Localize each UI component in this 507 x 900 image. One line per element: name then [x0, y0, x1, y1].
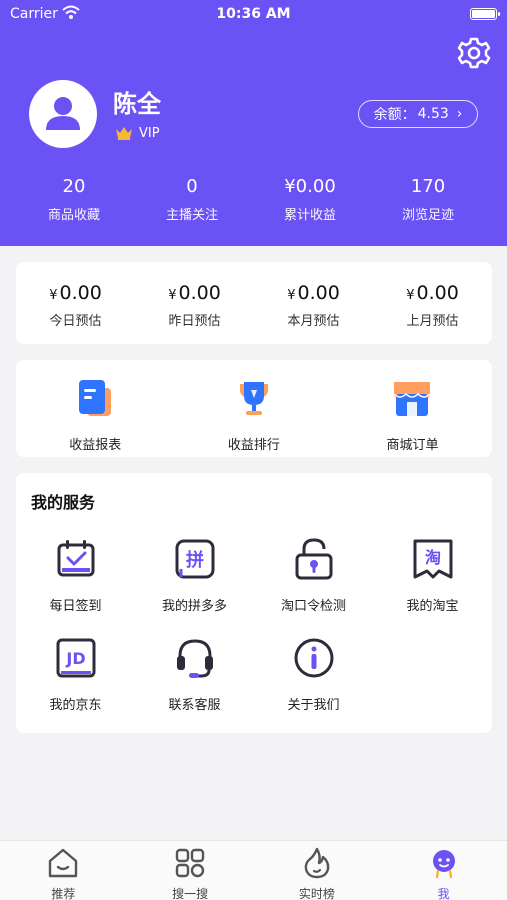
tab-label: 推荐: [51, 887, 76, 900]
currency-symbol: ¥: [287, 288, 296, 303]
profile-header: Carrier 10:36 AM 陈全 VIP 余额： 4.53 › 20 商品…: [0, 0, 507, 246]
service-pinduoduo[interactable]: 拼 我的拼多多: [135, 537, 254, 636]
tab-me[interactable]: 我: [380, 841, 507, 900]
balance-value: 4.53: [417, 106, 449, 122]
pinduoduo-glyph: 拼: [186, 549, 204, 571]
tab-recommend[interactable]: 推荐: [0, 841, 127, 900]
currency-symbol: ¥: [168, 288, 177, 303]
stat-value: 170: [410, 176, 446, 197]
stat-value: 20: [62, 176, 86, 197]
stat-total-earnings[interactable]: ¥0.00 累计收益: [251, 176, 369, 223]
stat-favorites[interactable]: 20 商品收藏: [15, 176, 133, 223]
stat-label: 主播关注: [165, 208, 218, 223]
service-label: 每日签到: [49, 599, 102, 614]
tab-label: 搜一搜: [172, 887, 209, 900]
earning-this-month[interactable]: ¥0.00 本月预估: [254, 262, 373, 344]
earning-label: 今日预估: [49, 314, 102, 329]
status-bar: Carrier 10:36 AM: [0, 0, 507, 30]
stat-label: 商品收藏: [47, 208, 100, 223]
report-icon: [79, 380, 112, 416]
bottom-tab-bar: 推荐 搜一搜 实时榜 我: [0, 840, 507, 900]
info-icon: [294, 638, 333, 678]
stat-value: 0: [186, 176, 198, 197]
jd-glyph: JD: [65, 649, 85, 668]
service-about-us[interactable]: 关于我们: [254, 636, 373, 735]
chevron-right-icon: ›: [456, 106, 463, 122]
service-label: 关于我们: [287, 698, 340, 713]
services-card: 我的服务 每日签到 拼 我的拼多多 淘口令检测 淘 我的淘宝 JD 我的京东 联…: [16, 473, 492, 733]
service-label: 我的淘宝: [406, 599, 459, 614]
stat-label: 浏览足迹: [401, 208, 454, 223]
battery-icon: [470, 8, 500, 20]
profile-face-icon: [432, 850, 455, 879]
services-grid: 每日签到 拼 我的拼多多 淘口令检测 淘 我的淘宝 JD 我的京东 联系客服 关…: [16, 537, 492, 735]
stats-row: 20 商品收藏 0 主播关注 ¥0.00 累计收益 170 浏览足迹: [0, 176, 507, 223]
currency-symbol: ¥: [406, 288, 415, 303]
earning-label: 昨日预估: [168, 314, 221, 329]
service-taobao[interactable]: 淘 我的淘宝: [373, 537, 492, 636]
stat-value: ¥0.00: [284, 176, 336, 197]
balance-label: 余额：: [373, 107, 416, 123]
service-daily-checkin[interactable]: 每日签到: [16, 537, 135, 636]
user-name: 陈全: [113, 90, 161, 118]
earning-value: 0.00: [416, 282, 459, 304]
menu-label: 收益报表: [69, 438, 122, 453]
pinduoduo-icon: 拼: [175, 539, 214, 579]
earning-label: 本月预估: [287, 314, 340, 329]
earning-last-month[interactable]: ¥0.00 上月预估: [373, 262, 492, 344]
settings-gear-icon[interactable]: [457, 36, 491, 70]
service-customer-support[interactable]: 联系客服: [135, 636, 254, 735]
earning-label: 上月预估: [406, 314, 459, 329]
menu-store-orders[interactable]: 商城订单: [333, 360, 492, 457]
balance-button[interactable]: 余额： 4.53 ›: [358, 100, 478, 128]
jd-icon: JD: [56, 638, 95, 678]
tab-realtime-ranking[interactable]: 实时榜: [254, 841, 381, 900]
tab-label: 我: [437, 887, 450, 900]
services-title: 我的服务: [31, 493, 96, 512]
vip-label: VIP: [139, 125, 160, 141]
user-silhouette-icon: [46, 97, 80, 130]
earning-today[interactable]: ¥0.00 今日预估: [16, 262, 135, 344]
taobao-glyph: 淘: [424, 548, 440, 567]
service-label: 我的京东: [49, 698, 102, 713]
service-label: 联系客服: [168, 698, 221, 713]
flame-icon: [304, 847, 330, 879]
status-time: 10:36 AM: [216, 6, 291, 22]
headset-icon: [176, 639, 213, 678]
crown-icon: [116, 127, 132, 140]
earnings-card: ¥0.00 今日预估 ¥0.00 昨日预估 ¥0.00 本月预估 ¥0.00 上…: [16, 262, 492, 344]
tab-search[interactable]: 搜一搜: [127, 841, 254, 900]
service-taobao-code-check[interactable]: 淘口令检测: [254, 537, 373, 636]
menu-label: 收益排行: [227, 438, 280, 453]
menu-earnings-report[interactable]: 收益报表: [16, 360, 175, 457]
earning-value: 0.00: [178, 282, 221, 304]
earning-value: 0.00: [59, 282, 102, 304]
stat-history[interactable]: 170 浏览足迹: [369, 176, 487, 223]
stat-label: 累计收益: [283, 208, 336, 223]
calendar-check-icon: [57, 540, 94, 577]
tab-label: 实时榜: [298, 887, 335, 900]
home-icon: [49, 848, 78, 878]
earning-yesterday[interactable]: ¥0.00 昨日预估: [135, 262, 254, 344]
currency-symbol: ¥: [49, 288, 58, 303]
stat-follows[interactable]: 0 主播关注: [133, 176, 251, 223]
service-jd[interactable]: JD 我的京东: [16, 636, 135, 735]
vip-badge: VIP: [115, 123, 160, 143]
unlock-icon: [295, 538, 332, 580]
grid-icon: [175, 848, 205, 878]
avatar[interactable]: [29, 80, 97, 148]
shortcut-card: 收益报表 收益排行 商城订单: [16, 360, 492, 457]
service-label: 我的拼多多: [161, 599, 227, 614]
store-icon: [393, 382, 432, 416]
taobao-icon: 淘: [413, 539, 452, 579]
menu-earnings-ranking[interactable]: 收益排行: [175, 360, 334, 457]
service-label: 淘口令检测: [280, 599, 346, 614]
earning-value: 0.00: [297, 282, 340, 304]
menu-label: 商城订单: [386, 438, 439, 453]
trophy-icon: [239, 382, 268, 415]
